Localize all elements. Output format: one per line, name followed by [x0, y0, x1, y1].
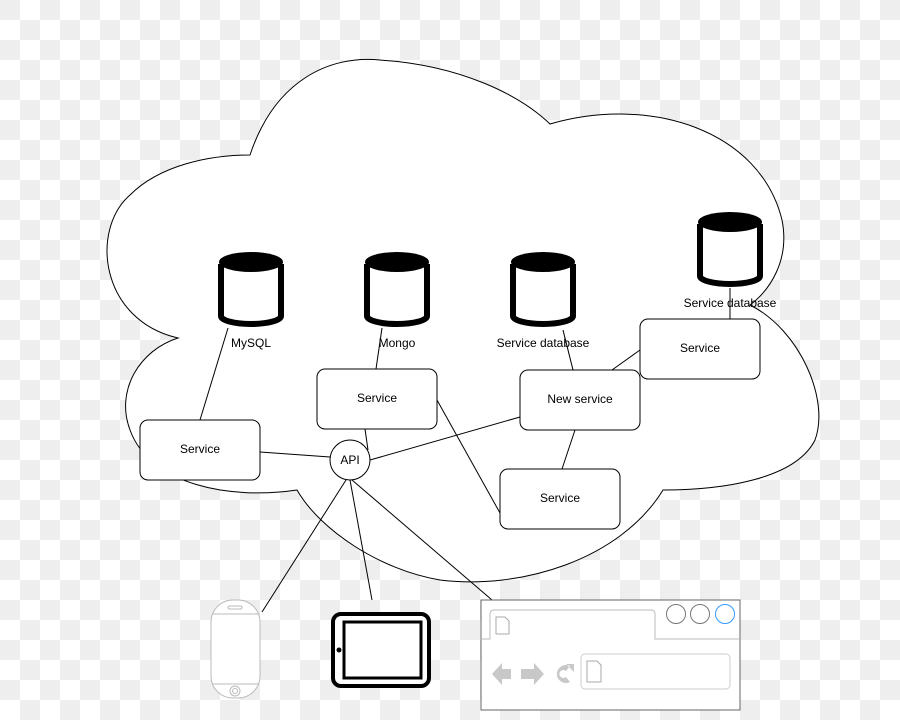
api-label: API — [340, 453, 359, 467]
database-label: MySQL — [231, 336, 271, 350]
service-label: Service — [357, 391, 397, 405]
browser-window-icon — [480, 599, 741, 711]
database-icon — [365, 252, 429, 324]
service-label: Service — [680, 341, 720, 355]
service-box[interactable]: Service — [139, 419, 261, 481]
database-label: Mongo — [379, 336, 416, 350]
database-icon — [219, 252, 283, 324]
service-box[interactable]: Service — [499, 468, 621, 530]
service-label: Service — [180, 442, 220, 456]
service-label: New service — [547, 392, 613, 406]
database-service-top[interactable]: Service database — [684, 212, 777, 310]
tablet-icon — [331, 612, 431, 688]
new-service-box[interactable]: New service — [519, 369, 641, 431]
database-label: Service database — [497, 336, 590, 350]
database-icon — [698, 212, 762, 284]
service-box[interactable]: Service — [316, 368, 438, 430]
phone-icon — [210, 599, 261, 699]
database-label: Service database — [684, 296, 777, 310]
service-label: Service — [540, 491, 580, 505]
api-node[interactable]: API — [329, 439, 371, 481]
database-icon — [511, 252, 575, 324]
database-service[interactable]: Service database — [497, 252, 590, 350]
service-box[interactable]: Service — [639, 318, 761, 380]
architecture-diagram: MySQL Mongo Service database Service dat… — [106, 58, 820, 711]
